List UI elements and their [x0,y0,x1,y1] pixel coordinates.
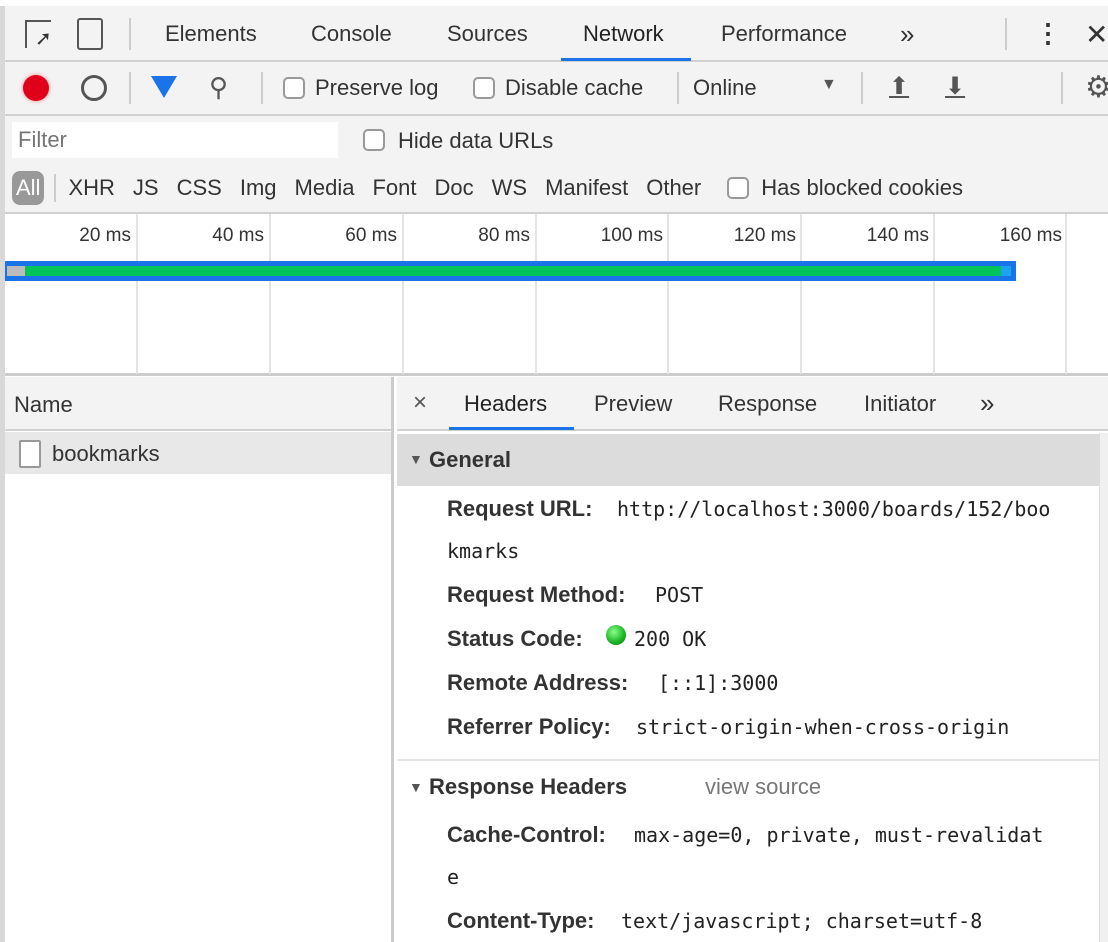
request-timing-bar [5,261,1016,281]
type-filter-font[interactable]: Font [372,175,416,201]
import-har-icon[interactable]: ⬆ [889,72,909,101]
gear-icon[interactable]: ⚙ [1085,70,1108,105]
filter-bar: Hide data URLs All XHR JS CSS Img Media … [5,116,1108,214]
type-filter-media[interactable]: Media [295,175,355,201]
tab-elements[interactable]: Elements [165,21,257,47]
active-tab-indicator [561,58,691,61]
record-button[interactable] [23,75,49,101]
request-list: Name bookmarks [5,377,394,942]
general-title: General [429,447,511,472]
timeline-tick: 20 ms [79,225,131,246]
request-name: bookmarks [52,441,160,466]
filter-input[interactable] [12,122,338,158]
kebab-menu-icon[interactable]: ⋮ [1035,18,1061,49]
response-headers-title: Response Headers [429,774,628,799]
main-tab-bar: ➚ Elements Console Sources Network Perfo… [5,6,1108,62]
request-method-value: POST [655,583,704,607]
type-filter-other[interactable]: Other [646,175,701,201]
request-row[interactable]: bookmarks [5,432,391,474]
hide-data-urls-label: Hide data URLs [398,128,554,153]
timeline-tick: 40 ms [212,225,264,246]
export-har-icon[interactable]: ⬇ [945,72,965,101]
close-icon[interactable]: ✕ [1085,18,1108,51]
tab-preview[interactable]: Preview [594,391,672,417]
referrer-policy-value: strict-origin-when-cross-origin [636,715,1010,739]
clear-icon[interactable] [81,75,107,101]
request-method-label: Request Method: [447,582,626,607]
name-column-header[interactable]: Name [14,392,73,418]
more-detail-tabs-button[interactable]: » [980,388,994,419]
tab-response[interactable]: Response [718,391,817,417]
request-url-label: Request URL: [447,496,593,521]
throttling-value: Online [693,75,757,100]
network-toolbar: ⚲ Preserve log Disable cache Online ▼ ⬆ … [5,62,1108,116]
content-type-label: Content-Type: [447,908,595,933]
hide-data-urls-checkbox[interactable] [363,129,385,151]
type-filter-xhr[interactable]: XHR [68,175,114,201]
device-toolbar-icon[interactable] [77,18,103,50]
tab-console[interactable]: Console [311,21,392,47]
preserve-log-checkbox[interactable] [283,77,305,99]
status-code-label: Status Code: [447,626,583,651]
disable-cache-label: Disable cache [505,75,644,100]
general-section-header[interactable]: ▼ General [397,434,1099,486]
timeline-tick: 60 ms [345,225,397,246]
triangle-down-icon: ▼ [409,451,423,467]
filter-icon[interactable] [151,76,177,98]
timeline-tick: 160 ms [999,225,1062,246]
tab-performance[interactable]: Performance [721,21,847,47]
type-filter-manifest[interactable]: Manifest [545,175,628,201]
cache-control-value-cont: e [447,865,460,889]
type-filter-doc[interactable]: Doc [434,175,473,201]
request-url-value: http://localhost:3000/boards/152/boo [617,497,1051,521]
content-type-value: text/javascript; charset=utf-8 [621,909,983,933]
type-filter-js[interactable]: JS [133,175,159,201]
tab-sources[interactable]: Sources [447,21,528,47]
has-blocked-cookies-label: Has blocked cookies [761,175,964,200]
has-blocked-cookies-checkbox[interactable] [727,177,750,199]
status-code-value: 200 OK [634,627,707,651]
chevron-down-icon: ▼ [821,76,837,93]
timeline-tick: 120 ms [733,225,796,246]
cache-control-value: max-age=0, private, must-revalidat [634,823,1044,847]
request-details: × Headers Preview Response Initiator » ▼… [397,377,1108,942]
scrollbar[interactable] [1099,433,1108,942]
tab-network[interactable]: Network [583,21,664,47]
type-filter-img[interactable]: Img [240,175,277,201]
document-icon [19,440,41,468]
remote-address-value: [::1]:3000 [658,671,779,695]
status-ok-icon [606,625,626,645]
type-filter-css[interactable]: CSS [177,175,222,201]
timeline-overview[interactable] [5,214,1108,376]
search-icon[interactable]: ⚲ [209,72,228,103]
timeline-tick: 100 ms [600,225,663,246]
throttling-select[interactable]: Online ▼ [693,70,843,106]
type-filter-all[interactable]: All [12,171,45,205]
response-headers-section-header[interactable]: ▼ Response Headers view source [397,761,1099,811]
view-source-link[interactable]: view source [705,774,821,800]
triangle-down-icon: ▼ [409,779,423,795]
request-url-value-cont: kmarks [447,539,520,563]
cursor-icon: ➚ [35,28,52,50]
remote-address-label: Remote Address: [447,670,629,695]
type-filters: All XHR JS CSS Img Media Font Doc WS Man… [12,168,963,208]
tab-headers[interactable]: Headers [464,391,547,417]
disable-cache-checkbox[interactable] [473,77,495,99]
tab-initiator[interactable]: Initiator [864,391,936,417]
type-filter-ws[interactable]: WS [492,175,527,201]
cache-control-label: Cache-Control: [447,822,606,847]
timeline-tick: 140 ms [866,225,929,246]
close-details-icon[interactable]: × [413,389,427,417]
referrer-policy-label: Referrer Policy: [447,714,611,739]
more-tabs-button[interactable]: » [900,19,914,50]
preserve-log-label: Preserve log [315,75,439,100]
timeline-tick: 80 ms [478,225,530,246]
